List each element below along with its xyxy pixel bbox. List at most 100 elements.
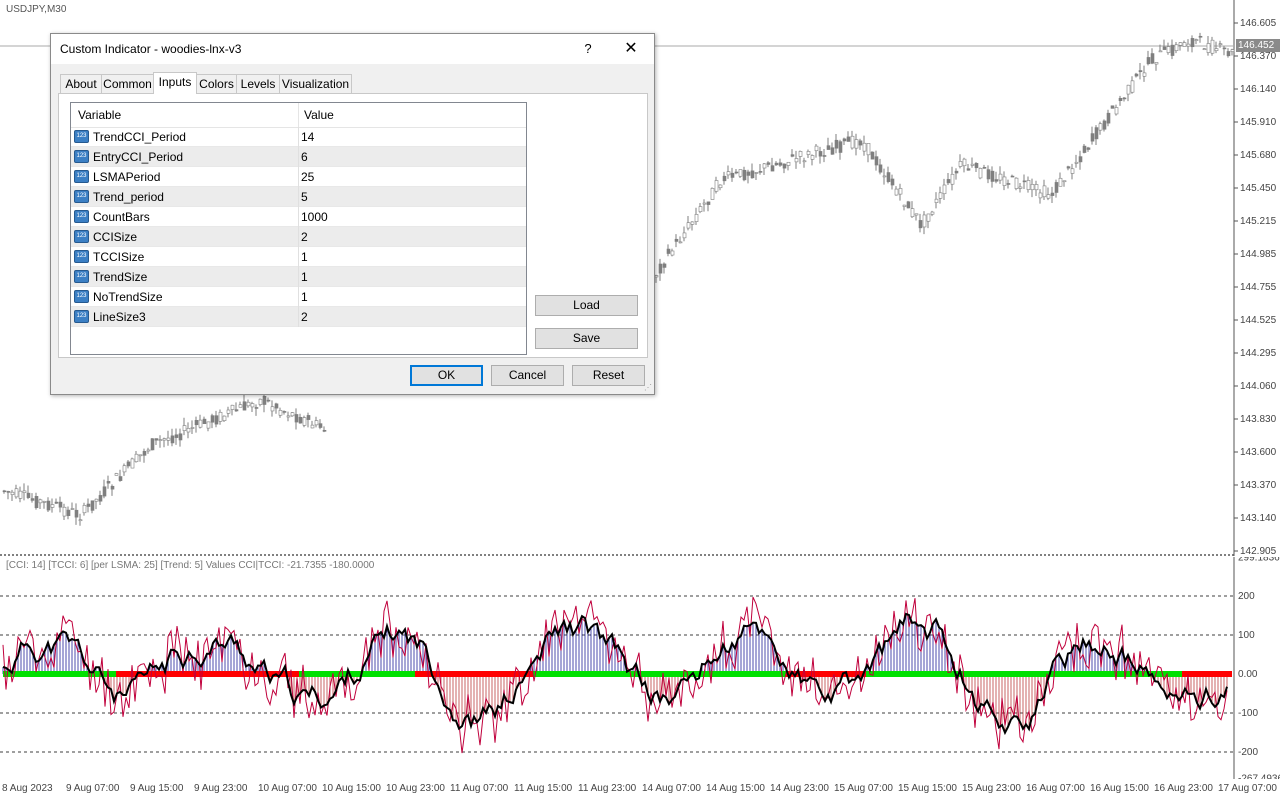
candle-body [202,418,207,425]
param-row[interactable]: 123 TCCISize 1 [71,247,526,267]
number-param-icon: 123 [74,190,89,203]
param-value[interactable]: 1 [301,290,308,304]
column-variable[interactable]: Variable [78,108,121,122]
price-tick-label: 146.370 [1240,51,1277,62]
candle-body [42,501,47,503]
candle-body [1138,70,1143,73]
candle-body [1034,184,1039,191]
close-button[interactable]: ✕ [617,38,645,60]
candle-body [730,172,735,178]
candle-body [286,415,291,418]
tab-inputs[interactable]: Inputs [153,72,197,94]
candle-body [1086,147,1091,150]
candle-body [82,505,87,514]
candle-body [1170,44,1175,56]
param-row[interactable]: 123 EntryCCI_Period 6 [71,147,526,167]
candle-body [1178,42,1183,46]
param-row[interactable]: 123 CCISize 2 [71,227,526,247]
param-row[interactable]: 123 TrendSize 1 [71,267,526,287]
param-value[interactable]: 5 [301,190,308,204]
candle-body [186,428,191,433]
candle-body [302,417,307,426]
candle-body [282,411,287,413]
tab-visualization[interactable]: Visualization [279,74,352,93]
candle-body [1074,161,1079,164]
param-value[interactable]: 1000 [301,210,328,224]
param-row[interactable]: 123 LineSize3 2 [71,307,526,327]
candle-body [1158,50,1163,53]
indicator-chart[interactable]: 299.18362001000.00-100-200-267.4936 [0,557,1280,779]
current-price-badge: 146.452 [1236,39,1280,52]
reset-button[interactable]: Reset [572,365,645,386]
candle-body [2,490,7,493]
candle-body [778,162,783,166]
candle-body [58,501,63,508]
header-divider [298,103,299,127]
candle-body [14,488,19,498]
param-row[interactable]: 123 LSMAPeriod 25 [71,167,526,187]
candle-body [782,163,787,169]
number-param-icon: 123 [74,210,89,223]
candle-body [722,175,727,182]
param-value[interactable]: 25 [301,170,314,184]
candle-body [994,179,999,182]
tab-about[interactable]: About [60,74,102,93]
column-value[interactable]: Value [304,108,334,122]
inputs-grid[interactable]: Variable Value 123 TrendCCI_Period 14 12… [70,102,527,355]
param-row[interactable]: 123 NoTrendSize 1 [71,287,526,307]
param-value[interactable]: 1 [301,250,308,264]
candle-body [270,406,275,412]
candle-body [70,508,75,510]
param-value[interactable]: 2 [301,310,308,324]
param-row[interactable]: 123 CountBars 1000 [71,207,526,227]
param-name: LSMAPeriod [93,170,161,184]
param-name: CountBars [93,210,150,224]
candle-body [870,151,875,160]
candle-body [234,409,239,412]
param-value[interactable]: 1 [301,270,308,284]
save-button[interactable]: Save [535,328,638,349]
candle-body [698,206,703,213]
candle-body [770,165,775,172]
indicator-tick-label: 0.00 [1238,669,1258,680]
candle-body [1046,194,1051,199]
number-param-icon: 123 [74,290,89,303]
candle-body [1014,177,1019,189]
ok-button[interactable]: OK [410,365,483,386]
candle-body [318,423,323,428]
candle-body [74,509,79,518]
candle-body [1202,48,1207,51]
candle-body [206,421,211,429]
candle-body [194,420,199,426]
time-label: 16 Aug 23:00 [1154,783,1213,794]
candle-body [1210,39,1215,54]
cancel-button[interactable]: Cancel [491,365,564,386]
time-label: 14 Aug 07:00 [642,783,701,794]
param-row[interactable]: 123 TrendCCI_Period 14 [71,127,526,147]
tab-levels[interactable]: Levels [236,74,280,93]
candle-body [738,169,743,177]
candle-body [894,188,899,196]
param-value[interactable]: 2 [301,230,308,244]
candle-body [970,163,975,166]
param-name: TCCISize [93,250,145,264]
candle-body [1214,48,1219,52]
candle-body [1190,38,1195,48]
candle-body [1010,175,1015,178]
candle-body [198,419,203,428]
candle-body [1174,44,1179,52]
symbol-label: USDJPY,M30 [6,4,67,15]
candle-body [706,201,711,205]
tab-common[interactable]: Common [101,74,154,93]
load-button[interactable]: Load [535,295,638,316]
help-button[interactable]: ? [577,38,599,60]
candle-body [294,414,299,423]
tab-colors[interactable]: Colors [196,74,237,93]
param-value[interactable]: 6 [301,150,308,164]
dialog-titlebar[interactable]: Custom Indicator - woodies-lnx-v3 ? ✕ [51,34,654,64]
candle-body [10,491,15,495]
candle-body [702,202,707,205]
resize-grip-icon[interactable]: ⋰ [644,383,652,392]
param-row[interactable]: 123 Trend_period 5 [71,187,526,207]
param-value[interactable]: 14 [301,130,314,144]
